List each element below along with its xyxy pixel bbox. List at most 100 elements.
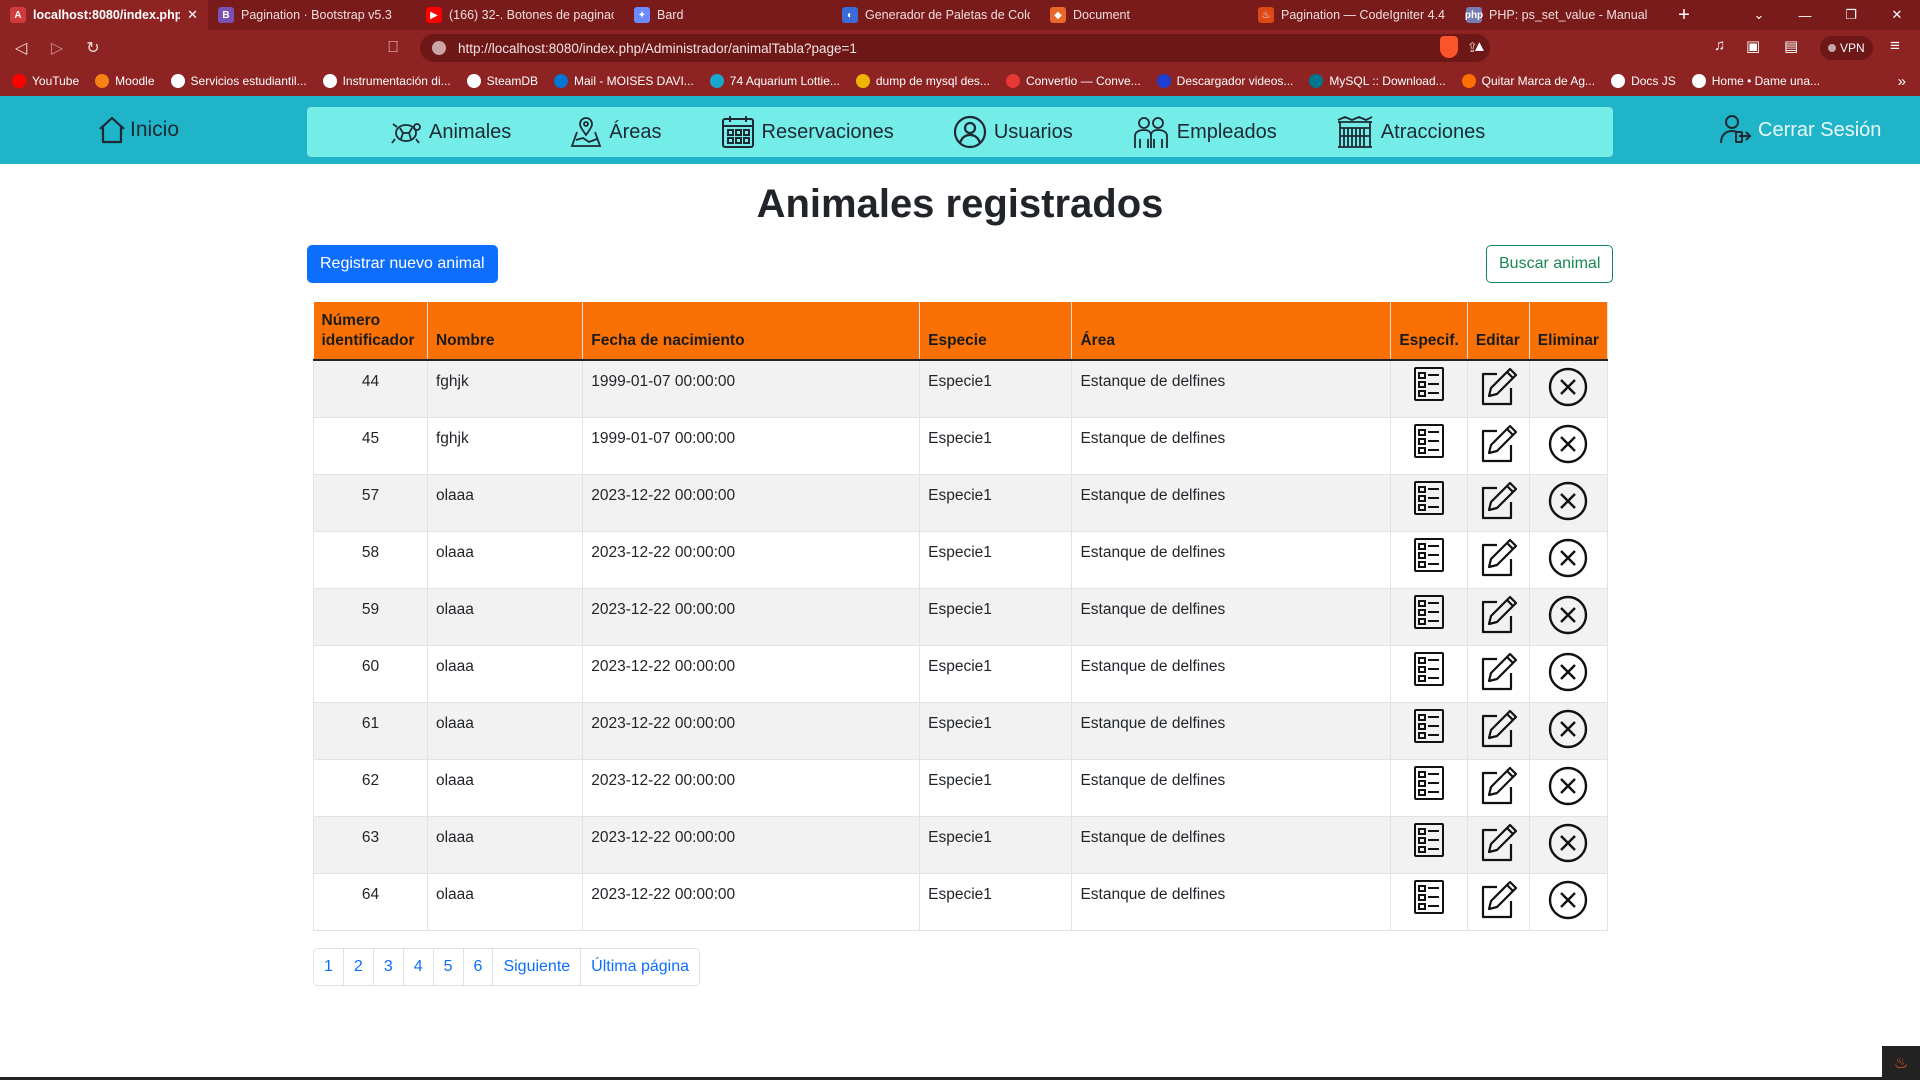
close-window-icon[interactable]: ✕ (1874, 0, 1920, 30)
nav-item-empleados[interactable]: Empleados (1131, 114, 1277, 150)
cell-nombre: olaaa (427, 873, 584, 931)
bookmark-item[interactable]: dump de mysql des... (855, 74, 990, 88)
edit-icon[interactable] (1477, 651, 1519, 693)
delete-icon[interactable] (1547, 537, 1589, 579)
bookmark-item[interactable]: Moodle (95, 74, 155, 88)
details-icon[interactable] (1413, 594, 1445, 630)
bookmark-icon[interactable]: ⎕ (378, 33, 408, 63)
bookmark-item[interactable]: Servicios estudiantil... (170, 74, 307, 88)
page-link[interactable]: 6 (463, 949, 494, 985)
details-icon[interactable] (1413, 366, 1445, 402)
back-icon[interactable]: ◁ (6, 33, 36, 63)
bookmark-item[interactable]: Convertio — Conve... (1005, 74, 1141, 88)
page-link[interactable]: 2 (343, 949, 374, 985)
cell-fecha: 2023-12-22 00:00:00 (582, 702, 921, 760)
register-animal-button[interactable]: Registrar nuevo animal (307, 245, 498, 283)
bookmark-item[interactable]: 74 Aquarium Lottie... (709, 74, 840, 88)
browser-tab[interactable]: ◐ Generador de Paletas de Colores (832, 0, 1040, 30)
details-icon[interactable] (1413, 765, 1445, 801)
brave-rewards-icon[interactable]: ▲ (1472, 38, 1487, 55)
more-bookmarks-icon[interactable]: » (1898, 73, 1906, 90)
site-info-icon[interactable] (432, 41, 446, 55)
bookmark-item[interactable]: MySQL :: Download... (1309, 74, 1446, 88)
bookmark-item[interactable]: Mail - MOISES DAVI... (554, 74, 694, 88)
edit-icon[interactable] (1477, 765, 1519, 807)
nav-item-areas[interactable]: Áreas (569, 115, 662, 149)
search-animal-button[interactable]: Buscar animal (1486, 245, 1614, 283)
logout-link[interactable]: Cerrar Sesión (1718, 112, 1881, 148)
browser-tab[interactable]: B Pagination · Bootstrap v5.3 (208, 0, 416, 30)
details-icon[interactable] (1413, 423, 1445, 459)
page-link[interactable]: Última página (581, 949, 699, 985)
bookmark-item[interactable]: SteamDB (466, 74, 538, 88)
music-icon[interactable]: ♫ (1714, 37, 1725, 54)
edit-cell (1467, 360, 1530, 418)
delete-icon[interactable] (1547, 423, 1589, 465)
minimize-icon[interactable]: — (1782, 0, 1828, 30)
edit-icon[interactable] (1477, 423, 1519, 465)
delete-icon[interactable] (1547, 480, 1589, 522)
new-tab-icon[interactable]: + (1664, 4, 1704, 27)
page-link[interactable]: 1 (314, 949, 344, 985)
tab-title: Bard (657, 8, 684, 22)
bookmark-item[interactable]: Home • Dame una... (1691, 74, 1820, 88)
page-link[interactable]: Siguiente (493, 949, 582, 985)
edit-icon[interactable] (1477, 708, 1519, 750)
delete-icon[interactable] (1547, 822, 1589, 864)
nav-item-usuarios[interactable]: Usuarios (952, 114, 1073, 150)
edit-icon[interactable] (1477, 822, 1519, 864)
chevron-down-icon[interactable]: ⌄ (1736, 0, 1782, 30)
bookmark-item[interactable]: Quitar Marca de Ag... (1461, 74, 1596, 88)
nav-item-reservaciones[interactable]: Reservaciones (720, 114, 894, 150)
close-tab-icon[interactable]: ✕ (187, 7, 198, 23)
bookmark-item[interactable]: YouTube (12, 74, 79, 88)
edit-icon[interactable] (1477, 537, 1519, 579)
home-link[interactable]: Inicio (96, 114, 179, 146)
details-icon[interactable] (1413, 480, 1445, 516)
details-icon[interactable] (1413, 537, 1445, 573)
details-icon[interactable] (1413, 651, 1445, 687)
nav-item-animales[interactable]: Animales (389, 115, 511, 149)
bookmark-item[interactable]: Instrumentación di... (322, 74, 451, 88)
delete-icon[interactable] (1547, 879, 1589, 921)
bookmark-item[interactable]: Descargador videos... (1156, 74, 1293, 88)
page-link[interactable]: 3 (373, 949, 404, 985)
reload-icon[interactable]: ↻ (78, 33, 108, 63)
edit-icon[interactable] (1477, 879, 1519, 921)
forward-icon[interactable]: ▷ (42, 33, 72, 63)
page-link[interactable]: 4 (403, 949, 434, 985)
delete-icon[interactable] (1547, 765, 1589, 807)
bookmark-label: Servicios estudiantil... (190, 74, 307, 88)
wallet-icon[interactable]: ▤ (1784, 37, 1798, 55)
sidebar-icon[interactable]: ▣ (1746, 37, 1760, 55)
details-icon[interactable] (1413, 879, 1445, 915)
page-link[interactable]: 5 (433, 949, 464, 985)
browser-tab[interactable]: ✦ Bard (624, 0, 832, 30)
cell-especie: Especie1 (919, 873, 1073, 931)
browser-tab[interactable]: ♨ Pagination — CodeIgniter 4.4.3 (1248, 0, 1456, 30)
codeigniter-debug-icon[interactable]: ♨ (1882, 1046, 1920, 1080)
browser-tab[interactable]: Alocalhost:8080/index.php/Ad ✕ (0, 0, 208, 30)
edit-icon[interactable] (1477, 480, 1519, 522)
browser-tab[interactable]: php PHP: ps_set_value - Manual (1456, 0, 1664, 30)
page-title: Animales registrados (756, 182, 1164, 226)
delete-icon[interactable] (1547, 708, 1589, 750)
bookmark-label: Quitar Marca de Ag... (1481, 74, 1596, 88)
delete-icon[interactable] (1547, 366, 1589, 408)
delete-icon[interactable] (1547, 594, 1589, 636)
browser-tab[interactable]: ▶ (166) 32-. Botones de paginación (416, 0, 624, 30)
bookmark-item[interactable]: Docs JS (1611, 74, 1676, 88)
edit-icon[interactable] (1477, 594, 1519, 636)
browser-tab[interactable]: ◆ Document (1040, 0, 1248, 30)
menu-icon[interactable]: ≡ (1890, 36, 1900, 56)
restore-icon[interactable]: ❐ (1828, 0, 1874, 30)
details-icon[interactable] (1413, 708, 1445, 744)
url-field[interactable]: http://localhost:8080/index.php/Administ… (420, 34, 1490, 62)
edit-icon[interactable] (1477, 366, 1519, 408)
delete-icon[interactable] (1547, 651, 1589, 693)
nav-item-atracciones[interactable]: Atracciones (1335, 114, 1485, 150)
delete-cell (1529, 360, 1609, 418)
details-icon[interactable] (1413, 822, 1445, 858)
brave-shield-icon[interactable] (1440, 36, 1458, 58)
vpn-button[interactable]: VPN (1820, 36, 1873, 60)
